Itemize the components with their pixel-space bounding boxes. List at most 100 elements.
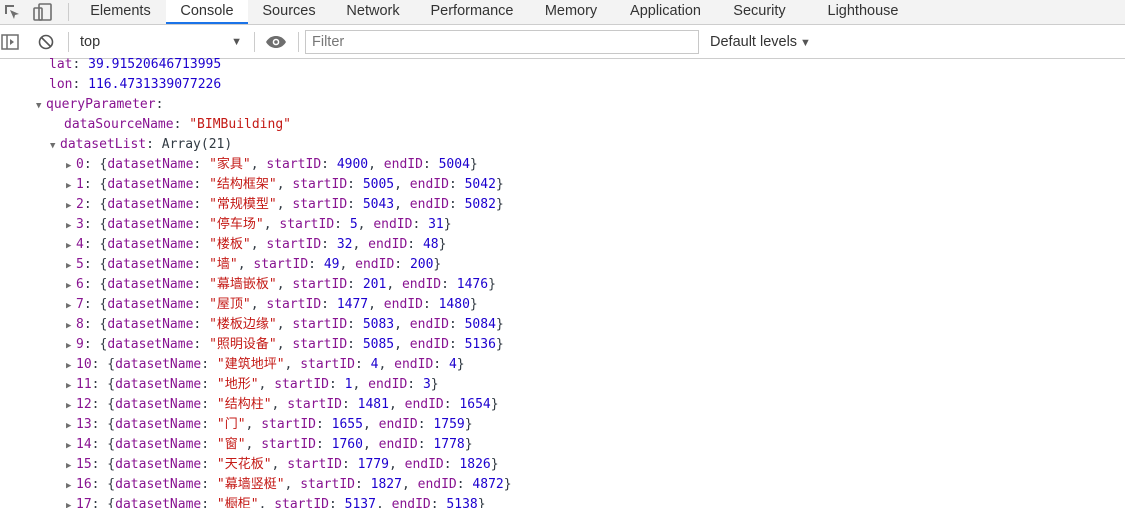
live-expression-eye-icon[interactable] — [264, 30, 288, 54]
tab-lighthouse[interactable]: Lighthouse — [817, 0, 909, 24]
tab-application[interactable]: Application — [618, 0, 713, 24]
tab-elements[interactable]: Elements — [78, 0, 163, 24]
collapsed-triangle-icon[interactable]: ▶ — [66, 336, 76, 356]
item-index: 1 — [76, 177, 84, 192]
expanded-triangle-icon[interactable]: ▼ — [50, 136, 60, 156]
dataset-name: "家具" — [209, 157, 251, 172]
item-index: 2 — [76, 197, 84, 212]
dataset-item[interactable]: ▶ 17: {datasetName: "橱柜", startID: 5137, … — [66, 495, 486, 508]
dataset-item[interactable]: ▶ 16: {datasetName: "幕墙竖梃", startID: 1827… — [66, 475, 512, 495]
start-id: 1481 — [357, 397, 389, 412]
dataset-item[interactable]: ▶ 9: {datasetName: "照明设备", startID: 5085,… — [66, 335, 504, 355]
tab-network[interactable]: Network — [334, 0, 412, 24]
context-value: top — [80, 34, 101, 50]
item-index: 11 — [76, 377, 92, 392]
item-index: 15 — [76, 457, 92, 472]
toolbar-divider — [298, 32, 299, 52]
dataset-name: "停车场" — [209, 217, 264, 232]
console-output: lat: 39.91520646713995 lon: 116.47313390… — [0, 55, 1125, 508]
collapsed-triangle-icon[interactable]: ▶ — [66, 416, 76, 436]
item-index: 4 — [76, 237, 84, 252]
devtools-tab-bar: Elements Console Sources Network Perform… — [0, 0, 1125, 25]
dataset-item[interactable]: ▶ 4: {datasetName: "楼板", startID: 32, end… — [66, 235, 446, 255]
property-lat[interactable]: lat: 39.91520646713995 — [49, 55, 221, 75]
end-id: 5004 — [438, 157, 470, 172]
start-id: 4900 — [336, 157, 369, 172]
collapsed-triangle-icon[interactable]: ▶ — [66, 436, 76, 456]
end-id: 31 — [428, 217, 444, 232]
end-id: 5084 — [464, 317, 496, 332]
start-id: 32 — [336, 237, 353, 252]
end-id: 5042 — [464, 177, 496, 192]
expanded-triangle-icon[interactable]: ▼ — [36, 96, 46, 116]
dataset-name: "门" — [216, 417, 246, 432]
item-index: 12 — [76, 397, 92, 412]
property-query-parameter[interactable]: ▼ queryParameter: — [36, 95, 163, 115]
property-dataset-list[interactable]: ▼ datasetList: Array(21) — [50, 135, 232, 155]
start-id: 5137 — [344, 497, 376, 508]
filter-input[interactable] — [305, 30, 699, 54]
collapsed-triangle-icon[interactable]: ▶ — [66, 456, 76, 476]
dataset-item[interactable]: ▶ 2: {datasetName: "常规模型", startID: 5043,… — [66, 195, 504, 215]
dataset-item[interactable]: ▶ 13: {datasetName: "门", startID: 1655, e… — [66, 415, 473, 435]
collapsed-triangle-icon[interactable]: ▶ — [66, 236, 76, 256]
dataset-item[interactable]: ▶ 6: {datasetName: "幕墙嵌板", startID: 201, … — [66, 275, 496, 295]
dataset-name: "窗" — [216, 437, 246, 452]
toolbar-divider — [254, 32, 255, 52]
item-index: 0 — [76, 157, 84, 172]
dataset-item[interactable]: ▶ 14: {datasetName: "窗", startID: 1760, e… — [66, 435, 473, 455]
item-index: 6 — [76, 277, 84, 292]
dataset-item[interactable]: ▶ 3: {datasetName: "停车场", startID: 5, end… — [66, 215, 452, 235]
collapsed-triangle-icon[interactable]: ▶ — [66, 296, 76, 316]
dataset-item[interactable]: ▶ 5: {datasetName: "墙", startID: 49, endI… — [66, 255, 441, 275]
tab-memory[interactable]: Memory — [533, 0, 609, 24]
context-selector[interactable]: top ▼ — [80, 33, 248, 51]
log-levels-dropdown[interactable]: Default levels ▼ — [710, 33, 811, 51]
collapsed-triangle-icon[interactable]: ▶ — [66, 196, 76, 216]
dataset-name: "幕墙竖梃" — [216, 477, 285, 492]
collapsed-triangle-icon[interactable]: ▶ — [66, 476, 76, 496]
collapsed-triangle-icon[interactable]: ▶ — [66, 496, 76, 508]
device-toolbar-icon[interactable] — [32, 0, 54, 24]
collapsed-triangle-icon[interactable]: ▶ — [66, 156, 76, 176]
start-id: 5043 — [362, 197, 395, 212]
tab-performance[interactable]: Performance — [420, 0, 524, 24]
item-index: 17 — [76, 497, 92, 508]
end-id: 1480 — [438, 297, 470, 312]
dataset-name: "照明设备" — [209, 337, 277, 352]
inspect-element-icon[interactable] — [2, 0, 22, 24]
item-index: 5 — [76, 257, 84, 272]
property-data-source-name[interactable]: dataSourceName: "BIMBuilding" — [64, 115, 291, 135]
dataset-item[interactable]: ▶ 8: {datasetName: "楼板边缘", startID: 5083,… — [66, 315, 504, 335]
tab-security[interactable]: Security — [722, 0, 797, 24]
dataset-item[interactable]: ▶ 1: {datasetName: "结构框架", startID: 5005,… — [66, 175, 504, 195]
start-id: 1655 — [331, 417, 363, 432]
dataset-item[interactable]: ▶ 15: {datasetName: "天花板", startID: 1779,… — [66, 455, 499, 475]
collapsed-triangle-icon[interactable]: ▶ — [66, 316, 76, 336]
tab-console[interactable]: Console — [166, 0, 248, 24]
show-sidebar-icon[interactable] — [0, 30, 20, 54]
dataset-item[interactable]: ▶ 7: {datasetName: "屋顶", startID: 1477, e… — [66, 295, 478, 315]
collapsed-triangle-icon[interactable]: ▶ — [66, 256, 76, 276]
item-index: 7 — [76, 297, 84, 312]
dataset-item[interactable]: ▶ 11: {datasetName: "地形", startID: 1, end… — [66, 375, 439, 395]
end-id: 5138 — [446, 497, 478, 508]
end-id: 1826 — [459, 457, 491, 472]
toolbar-divider — [68, 32, 69, 52]
dataset-item[interactable]: ▶ 12: {datasetName: "结构柱", startID: 1481,… — [66, 395, 499, 415]
collapsed-triangle-icon[interactable]: ▶ — [66, 376, 76, 396]
item-index: 9 — [76, 337, 84, 352]
end-id: 1778 — [433, 437, 465, 452]
property-lon[interactable]: lon: 116.4731339077226 — [49, 75, 221, 95]
clear-console-icon[interactable] — [36, 30, 56, 54]
dataset-item[interactable]: ▶ 0: {datasetName: "家具", startID: 4900, e… — [66, 155, 478, 175]
dataset-name: "墙" — [209, 257, 238, 272]
collapsed-triangle-icon[interactable]: ▶ — [66, 356, 76, 376]
collapsed-triangle-icon[interactable]: ▶ — [66, 176, 76, 196]
tab-sources[interactable]: Sources — [253, 0, 325, 24]
collapsed-triangle-icon[interactable]: ▶ — [66, 216, 76, 236]
collapsed-triangle-icon[interactable]: ▶ — [66, 276, 76, 296]
dataset-name: "地形" — [216, 377, 259, 392]
dataset-item[interactable]: ▶ 10: {datasetName: "建筑地坪", startID: 4, e… — [66, 355, 465, 375]
collapsed-triangle-icon[interactable]: ▶ — [66, 396, 76, 416]
